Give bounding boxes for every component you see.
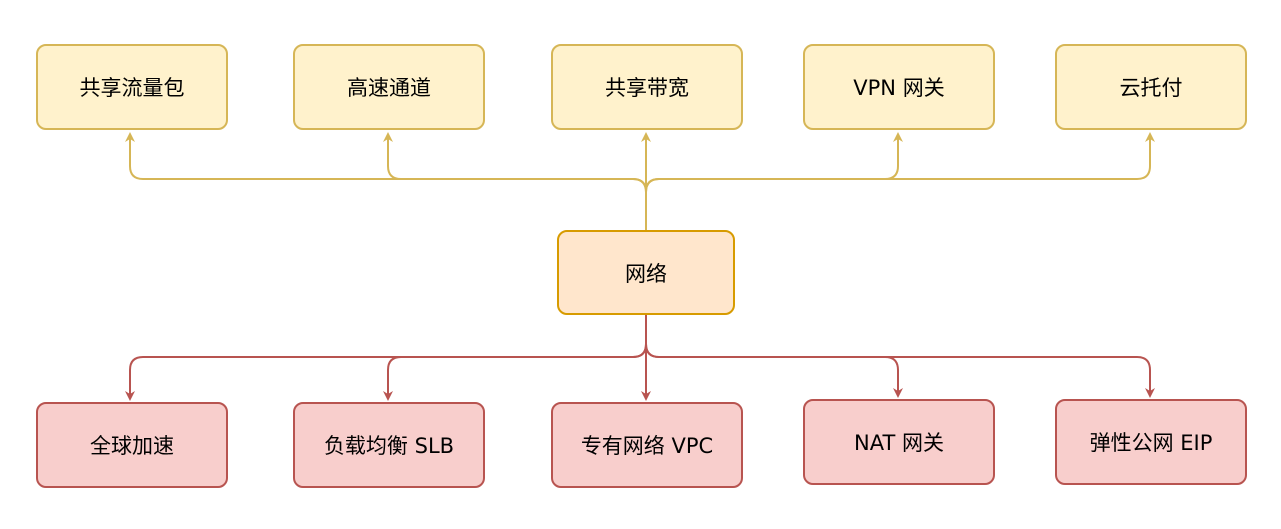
node-label: 弹性公网 EIP [1089, 431, 1213, 455]
connector-to-load-balancer [383, 314, 647, 401]
connector-to-express-connect [383, 132, 647, 230]
node-cloud-hosting[interactable]: 云托付 [1055, 44, 1247, 130]
node-vpn-gateway[interactable]: VPN 网关 [803, 44, 995, 130]
node-label: 网络 [625, 261, 667, 286]
node-network-center[interactable]: 网络 [557, 230, 735, 315]
node-express-connect[interactable]: 高速通道 [293, 44, 485, 130]
node-label: NAT 网关 [854, 431, 944, 455]
node-shared-bandwidth[interactable]: 共享带宽 [551, 44, 743, 130]
node-label: 共享带宽 [605, 76, 689, 100]
node-label: 高速通道 [347, 76, 431, 100]
node-load-balancer-slb[interactable]: 负载均衡 SLB [293, 402, 485, 488]
node-label: 专有网络 VPC [580, 434, 714, 458]
connector-to-vpn-gateway [645, 132, 903, 230]
node-label: 负载均衡 SLB [323, 434, 455, 458]
node-label: 共享流量包 [79, 76, 185, 100]
node-vpc[interactable]: 专有网络 VPC [551, 402, 743, 488]
node-label: 全球加速 [90, 434, 174, 458]
node-elastic-public-ip[interactable]: 弹性公网 EIP [1055, 399, 1247, 485]
node-label: 云托付 [1119, 76, 1183, 100]
node-nat-gateway[interactable]: NAT 网关 [803, 399, 995, 485]
node-global-acceleration[interactable]: 全球加速 [36, 402, 228, 488]
node-label: VPN 网关 [853, 76, 945, 100]
node-shared-traffic-package[interactable]: 共享流量包 [36, 44, 228, 130]
connector-to-nat-gateway [645, 314, 903, 398]
